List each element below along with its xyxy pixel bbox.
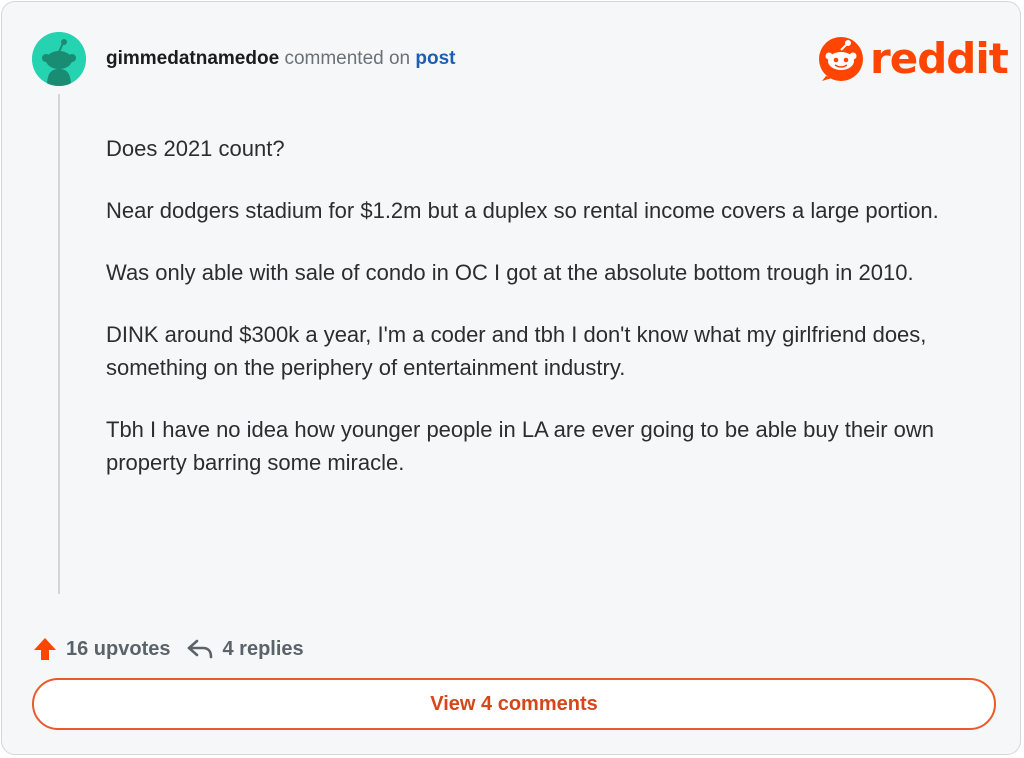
comment-paragraph: Does 2021 count? [106, 136, 285, 161]
reply-arrow-icon[interactable] [186, 637, 214, 661]
reddit-logo[interactable]: reddit [818, 34, 1009, 83]
replies-count[interactable]: 4 replies [222, 638, 303, 661]
commented-on-text: commented on [284, 48, 411, 69]
comment-paragraph: Was only able with sale of condo in OC I… [106, 260, 914, 285]
comment-paragraph: Near dodgers stadium for $1.2m but a dup… [106, 198, 939, 223]
username-link[interactable]: gimmedatnamedoe [106, 48, 279, 69]
comment-body: Does 2021 count? Near dodgers stadium fo… [106, 132, 986, 508]
comment-stats: 16 upvotes 4 replies [32, 634, 304, 664]
view-comments-button[interactable]: View 4 comments [32, 678, 996, 730]
user-avatar[interactable] [32, 32, 86, 86]
snoo-avatar-icon [32, 32, 86, 86]
reddit-snoo-icon [819, 37, 863, 81]
upvote-arrow-icon[interactable] [32, 636, 58, 662]
upvotes-count: 16 upvotes [66, 637, 171, 660]
comment-paragraph: DINK around $300k a year, I'm a coder an… [106, 322, 927, 380]
thread-line [58, 94, 60, 594]
post-link[interactable]: post [415, 48, 455, 69]
reddit-wordmark: reddit [870, 34, 1009, 83]
comment-paragraph: Tbh I have no idea how younger people in… [106, 417, 935, 475]
comment-card: gimmedatnamedoe commented on post reddit… [1, 1, 1021, 755]
comment-header: gimmedatnamedoe commented on post [106, 46, 456, 72]
